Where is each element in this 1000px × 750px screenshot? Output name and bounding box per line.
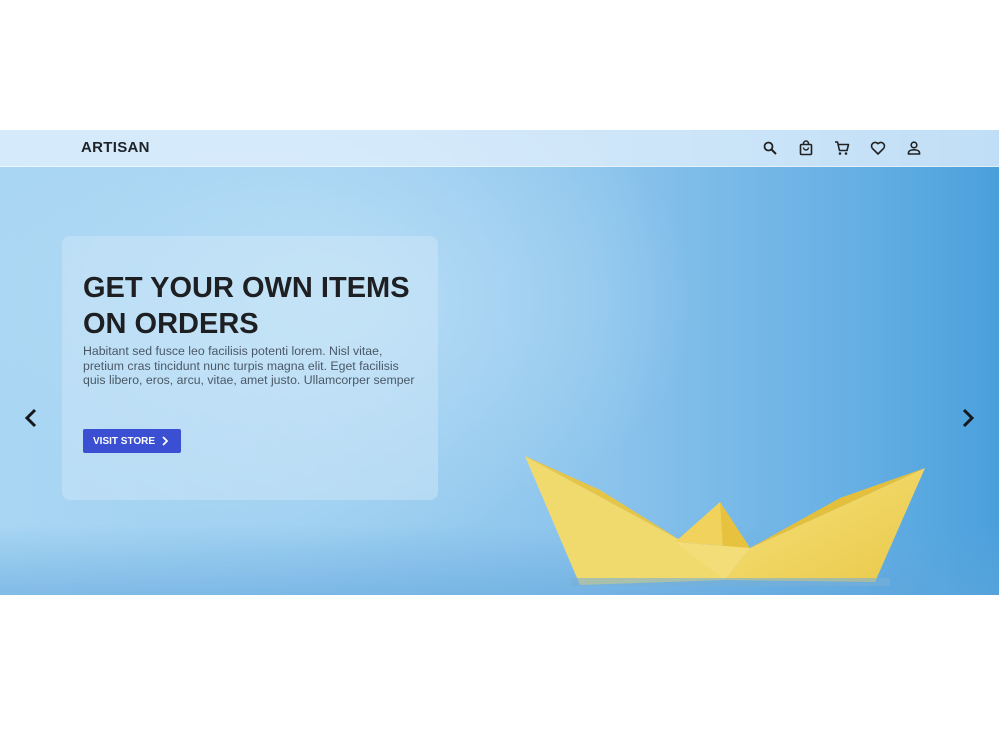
hero-title-line2: ON ORDERS	[83, 308, 259, 340]
hero-banner: ARTISAN GET YOUR OWN ITEMS ON ORDERS Hab…	[0, 130, 999, 595]
carousel-next-button[interactable]	[957, 407, 979, 429]
shopping-bag-icon[interactable]	[796, 138, 815, 157]
paper-boat-image	[525, 456, 925, 586]
cart-icon[interactable]	[832, 138, 851, 157]
hero-title-line1: GET YOUR OWN ITEMS	[83, 272, 410, 304]
chevron-left-icon	[24, 408, 37, 428]
visit-store-label: VISIT STORE	[93, 435, 156, 447]
heart-icon[interactable]	[868, 138, 887, 157]
visit-store-button[interactable]: VISIT STORE	[83, 429, 182, 453]
top-navbar: ARTISAN	[0, 130, 999, 167]
hero-description: Habitant sed fusce leo facilisis potenti…	[83, 344, 415, 387]
carousel-prev-button[interactable]	[20, 407, 42, 429]
hero-title: GET YOUR OWN ITEMS ON ORDERS	[83, 270, 423, 342]
hero-promo-card: GET YOUR OWN ITEMS ON ORDERS Habitant se…	[62, 236, 438, 500]
user-icon[interactable]	[904, 138, 923, 157]
search-icon[interactable]	[760, 138, 779, 157]
chevron-right-small-icon	[162, 436, 169, 446]
chevron-right-icon	[962, 408, 975, 428]
brand-logo[interactable]: ARTISAN	[81, 139, 150, 156]
nav-icon-group	[760, 138, 923, 157]
